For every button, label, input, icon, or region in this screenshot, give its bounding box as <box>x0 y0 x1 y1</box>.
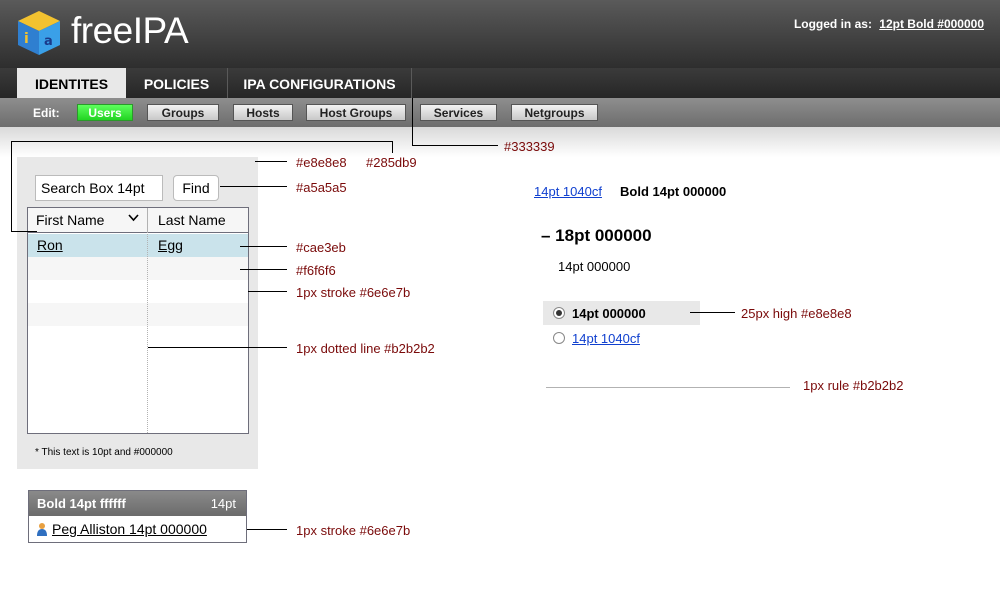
card-count: 14pt <box>210 496 236 511</box>
sub-nav: Edit: Users Groups Hosts Host Groups Ser… <box>0 98 1000 127</box>
annotation-leader <box>412 145 498 146</box>
subnav-hosts-button[interactable]: Hosts <box>233 104 293 121</box>
empty-row <box>28 280 248 303</box>
annotation-leader <box>11 231 37 232</box>
column-dotted-divider <box>147 234 148 433</box>
annotation-leader <box>690 312 735 313</box>
sample-bold-text: Bold 14pt 000000 <box>620 184 727 199</box>
annotation-stroke: 1px stroke #6e6e7b <box>296 285 411 300</box>
tab-policies[interactable]: POLICIES <box>126 68 228 98</box>
sample-heading: – 18pt 000000 <box>541 226 652 245</box>
column-divider <box>147 208 148 233</box>
subnav-groups-button[interactable]: Groups <box>147 104 219 121</box>
annotation-card-stroke: 1px stroke #6e6e7b <box>296 523 411 538</box>
column-last-name[interactable]: Last Name <box>158 212 226 228</box>
svg-text:a: a <box>44 34 53 49</box>
subnav-users-button[interactable]: Users <box>77 104 133 121</box>
annotation-leader <box>11 141 393 142</box>
logo-text: freeIPA <box>71 10 189 51</box>
page: i a freeIPA Logged in as: 12pt Bold #000… <box>0 0 1000 600</box>
footnote: * This text is 10pt and #000000 <box>35 447 173 458</box>
annotation-alt-row: #f6f6f6 <box>296 263 336 278</box>
annotation-leader <box>248 291 287 292</box>
annotation-rule: 1px rule #b2b2b2 <box>803 378 904 393</box>
annotation-leader <box>240 246 287 247</box>
chevron-down-icon[interactable] <box>128 212 139 226</box>
header-shadow <box>0 127 1000 157</box>
table-row[interactable]: Ron Egg <box>28 234 248 257</box>
radio-selected[interactable] <box>553 307 565 319</box>
edit-label: Edit: <box>33 106 60 120</box>
cell-first-name[interactable]: Ron <box>37 237 63 253</box>
subnav-host-groups-button[interactable]: Host Groups <box>306 104 406 121</box>
user-grid: First Name Last Name Ron Egg <box>27 207 249 434</box>
empty-row <box>28 257 248 280</box>
freeipa-logo-icon: i a <box>18 11 60 55</box>
annotation-leader <box>247 529 287 530</box>
search-panel: Search Box 14pt Find First Name Last Nam… <box>17 157 258 469</box>
subnav-netgroups-button[interactable]: Netgroups <box>511 104 598 121</box>
annotation-link-color: #285db9 <box>366 155 417 170</box>
subnav-services-button[interactable]: Services <box>420 104 497 121</box>
login-label: Logged in as: <box>793 17 872 31</box>
user-card: Bold 14pt ffffff 14pt Peg Alliston 14pt … <box>28 490 247 543</box>
cell-last-name[interactable]: Egg <box>158 237 183 253</box>
radio-selected-label[interactable]: 14pt 000000 <box>572 306 646 321</box>
annotation-selected-row: #cae3eb <box>296 240 346 255</box>
empty-row <box>28 303 248 326</box>
card-title: Bold 14pt ffffff <box>37 496 126 511</box>
annotation-leader <box>392 141 393 153</box>
annotation-tab-border: #333339 <box>504 139 555 154</box>
annotation-dotted: 1px dotted line #b2b2b2 <box>296 341 435 356</box>
annotation-panel-bg: #e8e8e8 <box>296 155 347 170</box>
card-header: Bold 14pt ffffff 14pt <box>29 491 246 516</box>
find-button[interactable]: Find <box>173 175 219 201</box>
annotation-leader <box>255 161 287 162</box>
tab-identities[interactable]: IDENTITES <box>17 68 126 98</box>
annotation-search-border: #a5a5a5 <box>296 180 347 195</box>
annotation-leader <box>220 186 287 187</box>
login-user-link[interactable]: 12pt Bold #000000 <box>879 17 984 31</box>
svg-text:i: i <box>24 31 29 47</box>
horizontal-rule <box>546 387 790 388</box>
app-header: i a freeIPA Logged in as: 12pt Bold #000… <box>0 0 1000 68</box>
sample-plain-text: 14pt 000000 <box>558 259 631 274</box>
radio-unselected[interactable] <box>553 332 565 344</box>
radio-unselected-label[interactable]: 14pt 1040cf <box>572 331 640 346</box>
sample-link[interactable]: 14pt 1040cf <box>534 184 602 199</box>
card-user-link[interactable]: Peg Alliston 14pt 000000 <box>52 521 207 537</box>
annotation-leader <box>240 269 287 270</box>
search-input[interactable]: Search Box 14pt <box>35 175 163 201</box>
main-tabs: IDENTITES POLICIES IPA CONFIGURATIONS <box>0 68 1000 98</box>
person-icon <box>37 523 47 536</box>
tab-ipa-configurations[interactable]: IPA CONFIGURATIONS <box>228 68 412 98</box>
annotation-leader <box>148 347 287 348</box>
login-status: Logged in as: 12pt Bold #000000 <box>794 17 984 31</box>
annotation-leader <box>412 98 413 145</box>
annotation-radio-bg: 25px high #e8e8e8 <box>741 306 852 321</box>
grid-header: First Name Last Name <box>28 208 248 233</box>
column-first-name[interactable]: First Name <box>36 212 104 228</box>
annotation-leader <box>11 141 12 232</box>
